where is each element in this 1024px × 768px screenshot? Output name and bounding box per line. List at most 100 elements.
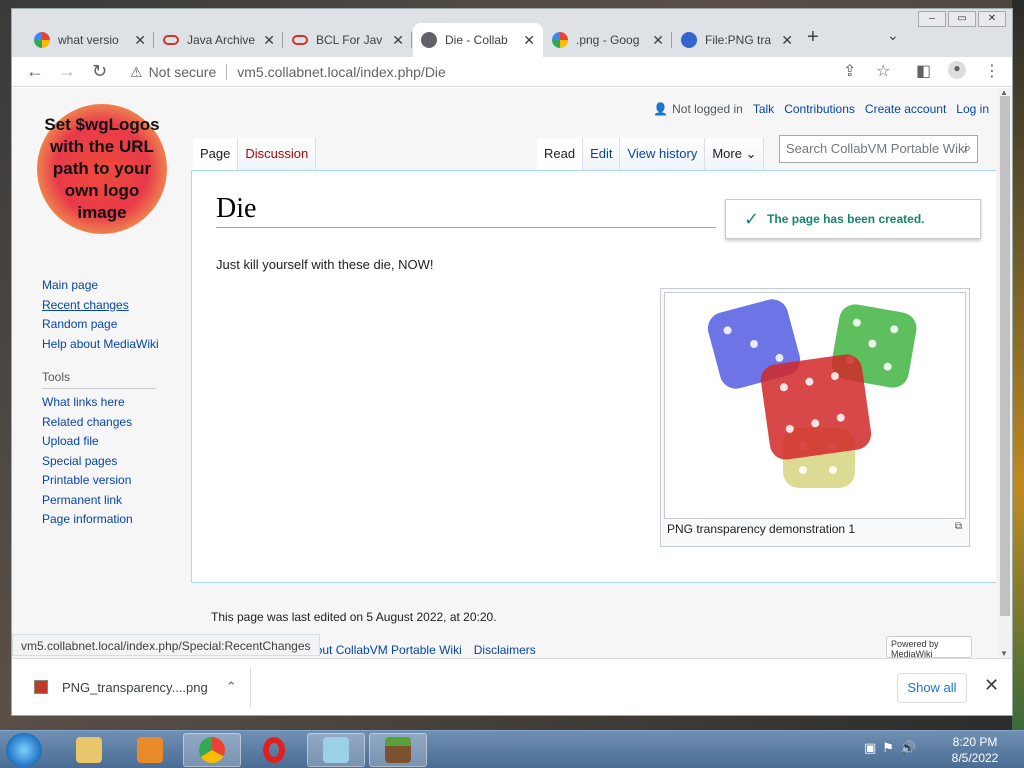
notepad-taskbar-button[interactable] bbox=[307, 733, 365, 767]
close-tab-icon[interactable]: ✕ bbox=[652, 32, 664, 49]
desktop-background bbox=[1012, 0, 1024, 730]
google-icon bbox=[34, 32, 50, 48]
tab-edit[interactable]: Edit bbox=[590, 146, 612, 161]
minecraft-taskbar-button[interactable] bbox=[369, 733, 427, 767]
tools-heading: Tools bbox=[42, 370, 156, 389]
dice-image[interactable] bbox=[664, 292, 966, 519]
minimize-icon[interactable]: – bbox=[918, 11, 946, 27]
back-icon[interactable]: ← bbox=[26, 61, 44, 82]
page-scrollbar[interactable]: ▲ ▼ bbox=[997, 88, 1012, 658]
windows-taskbar: ▣ ⚑ 🔊 8:20 PM 8/5/2022 bbox=[0, 730, 1024, 768]
new-tab-icon[interactable]: + bbox=[807, 26, 819, 49]
tools-item-special-pages[interactable]: Special pages bbox=[42, 454, 159, 474]
footer-links: About CollabVM Portable Wiki Disclaimers bbox=[301, 643, 536, 657]
chevron-up-icon[interactable]: ⌃ bbox=[226, 679, 237, 695]
tab-read[interactable]: Read bbox=[537, 138, 584, 170]
close-downloads-icon[interactable]: ✕ bbox=[984, 675, 999, 696]
bookmark-star-icon[interactable]: ☆ bbox=[876, 61, 890, 81]
notification-popup[interactable]: ✓ The page has been created. bbox=[725, 199, 981, 239]
forward-icon[interactable]: → bbox=[58, 61, 76, 82]
share-icon[interactable]: ⇪ bbox=[843, 61, 856, 81]
profile-avatar-icon[interactable]: ● bbox=[948, 61, 966, 79]
folder-icon bbox=[76, 737, 102, 763]
close-tab-icon[interactable]: ✕ bbox=[781, 32, 793, 49]
tab-strip: what versio ✕ Java Archive ✕ BCL For Jav… bbox=[12, 9, 1012, 57]
scroll-up-icon[interactable]: ▲ bbox=[1000, 88, 1008, 97]
url-text: vm5.collabnet.local/index.php/Die bbox=[237, 64, 446, 80]
scroll-down-icon[interactable]: ▼ bbox=[1000, 649, 1008, 658]
tab-java-archive[interactable]: Java Archive ✕ bbox=[155, 23, 283, 57]
side-panel-icon[interactable]: ◧ bbox=[916, 61, 931, 81]
action-center-icon[interactable]: ⚑ bbox=[882, 740, 894, 756]
close-tab-icon[interactable]: ✕ bbox=[134, 32, 146, 49]
close-window-icon[interactable]: ✕ bbox=[978, 11, 1006, 27]
image-thumbnail: PNG transparency demonstration 1 ⧉ bbox=[660, 288, 970, 547]
tab-what-version[interactable]: what versio ✕ bbox=[26, 23, 154, 57]
view-tabs: Read Edit View history More ⌄ bbox=[537, 138, 765, 170]
oracle-icon bbox=[292, 35, 308, 45]
tab-search-chevron-icon[interactable]: ⌄ bbox=[887, 27, 899, 44]
tools-item-permanent-link[interactable]: Permanent link bbox=[42, 493, 159, 513]
red-die bbox=[758, 352, 874, 462]
checkmark-icon: ✓ bbox=[744, 208, 760, 229]
tab-view-history[interactable]: View history bbox=[627, 146, 697, 161]
network-icon[interactable]: ▣ bbox=[864, 740, 876, 756]
sidebar-item-help[interactable]: Help about MediaWiki bbox=[42, 337, 159, 357]
start-button[interactable] bbox=[6, 733, 42, 767]
tools-item-what-links-here[interactable]: What links here bbox=[42, 395, 159, 415]
chrome-icon bbox=[199, 737, 225, 763]
chrome-taskbar-button[interactable] bbox=[183, 733, 241, 767]
personal-tools: 👤 Not logged in Talk Contributions Creat… bbox=[653, 102, 989, 116]
sidebar-item-random-page[interactable]: Random page bbox=[42, 317, 159, 337]
system-clock[interactable]: 8:20 PM 8/5/2022 bbox=[940, 734, 1010, 766]
sidebar-item-main-page[interactable]: Main page bbox=[42, 278, 159, 298]
download-item[interactable]: PNG_transparency....png ⌃ bbox=[34, 679, 237, 695]
scrollbar-thumb[interactable] bbox=[1000, 96, 1010, 616]
tab-png-google[interactable]: .png - Goog ✕ bbox=[544, 23, 672, 57]
tools-item-related-changes[interactable]: Related changes bbox=[42, 415, 159, 435]
not-logged-in: Not logged in bbox=[672, 102, 743, 116]
tab-discussion[interactable]: Discussion bbox=[238, 138, 317, 170]
menu-kebab-icon[interactable]: ⋮ bbox=[984, 61, 1000, 81]
page-body-text: Just kill yourself with these die, NOW! bbox=[216, 257, 434, 272]
media-player-taskbar-button[interactable] bbox=[121, 733, 179, 767]
close-tab-icon[interactable]: ✕ bbox=[523, 32, 535, 49]
maximize-icon[interactable]: ▭ bbox=[948, 11, 976, 27]
close-tab-icon[interactable]: ✕ bbox=[263, 32, 275, 49]
tab-page[interactable]: Page bbox=[193, 138, 239, 170]
footer-disclaimers-link[interactable]: Disclaimers bbox=[474, 643, 536, 657]
tab-bcl-for-java[interactable]: BCL For Jav ✕ bbox=[284, 23, 412, 57]
google-icon bbox=[552, 32, 568, 48]
tools-item-page-information[interactable]: Page information bbox=[42, 512, 159, 532]
search-icon[interactable]: ⌕ bbox=[964, 140, 971, 156]
powered-by-mediawiki-badge[interactable]: Powered by MediaWiki bbox=[886, 636, 972, 658]
volume-icon[interactable]: 🔊 bbox=[900, 740, 916, 756]
sidebar-navigation: Main page Recent changes Random page Hel… bbox=[42, 278, 159, 532]
explorer-taskbar-button[interactable] bbox=[60, 733, 118, 767]
more-menu[interactable]: More ⌄ bbox=[705, 138, 765, 170]
show-all-button[interactable]: Show all bbox=[897, 673, 967, 703]
wiki-logo[interactable]: Set $wgLogos with the URL path to your o… bbox=[37, 104, 167, 234]
footer-about-link[interactable]: About CollabVM Portable Wiki bbox=[301, 643, 462, 657]
enlarge-icon[interactable]: ⧉ bbox=[955, 521, 962, 532]
link-status-bar: vm5.collabnet.local/index.php/Special:Re… bbox=[12, 634, 320, 656]
wiki-icon bbox=[681, 32, 697, 48]
tab-file-png[interactable]: File:PNG tra ✕ bbox=[673, 23, 801, 57]
globe-icon bbox=[421, 32, 437, 48]
close-tab-icon[interactable]: ✕ bbox=[392, 32, 404, 49]
sidebar-item-recent-changes[interactable]: Recent changes bbox=[42, 298, 159, 318]
tab-die-active[interactable]: Die - Collab ✕ bbox=[413, 23, 543, 57]
warning-icon: ⚠ bbox=[130, 63, 143, 80]
tools-item-printable-version[interactable]: Printable version bbox=[42, 473, 159, 493]
page-title: Die bbox=[216, 193, 716, 228]
namespace-tabs: Page Discussion bbox=[193, 138, 317, 170]
talk-link[interactable]: Talk bbox=[753, 102, 774, 116]
search-input[interactable]: Search CollabVM Portable Wiki ⌕ bbox=[779, 135, 978, 163]
tools-item-upload-file[interactable]: Upload file bbox=[42, 434, 159, 454]
log-in-link[interactable]: Log in bbox=[956, 102, 989, 116]
opera-taskbar-button[interactable] bbox=[245, 733, 303, 767]
reload-icon[interactable]: ↻ bbox=[92, 61, 107, 82]
address-bar[interactable]: ⚠ Not secure vm5.collabnet.local/index.p… bbox=[130, 60, 905, 84]
create-account-link[interactable]: Create account bbox=[865, 102, 946, 116]
contributions-link[interactable]: Contributions bbox=[784, 102, 855, 116]
